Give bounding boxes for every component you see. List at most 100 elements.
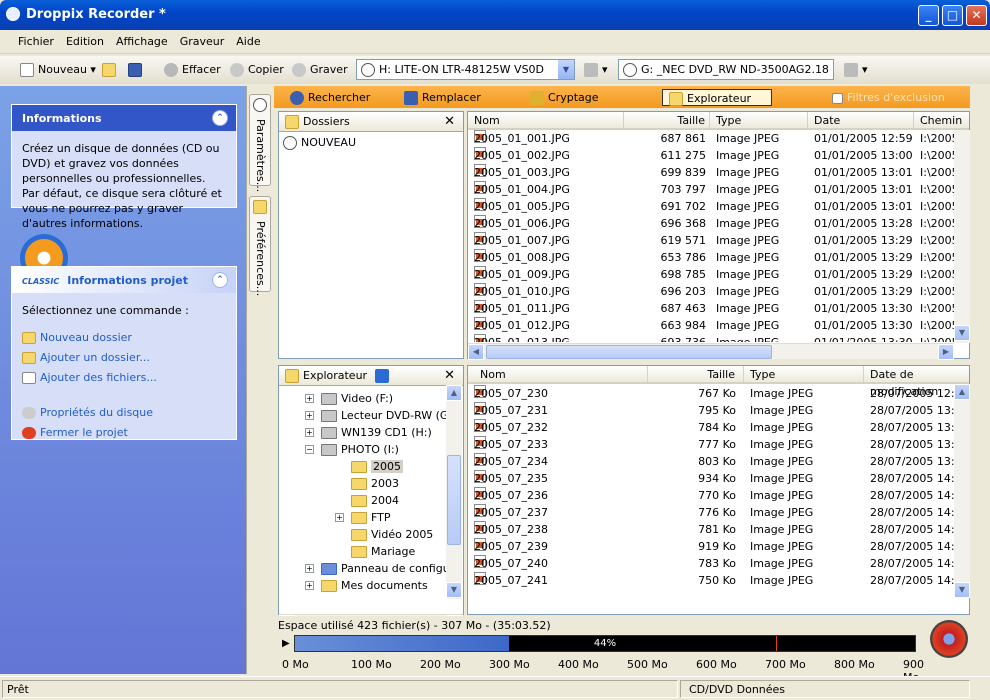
maximize-button[interactable]: □	[942, 5, 963, 26]
encryption-button[interactable]: Cryptage	[530, 89, 599, 106]
menu-fichier[interactable]: Fichier	[0, 30, 60, 48]
col-name[interactable]: Nom	[468, 112, 624, 128]
navigate-icon[interactable]	[375, 369, 389, 383]
open-button[interactable]	[102, 60, 120, 80]
table-row[interactable]: 2005_07_236 770 Ko Image JPEG 28/07/2005 14…	[468, 487, 969, 504]
tree-node[interactable]: Mes documents	[321, 577, 428, 594]
scroll-left-icon[interactable]: ◀	[468, 344, 484, 360]
drive2-options-button[interactable]: ▾	[844, 60, 868, 80]
close-icon[interactable]: ✕	[444, 112, 455, 131]
table-row[interactable]: 2005_07_232 784 Ko Image JPEG 28/07/2005 13…	[468, 419, 969, 436]
expand-icon[interactable]: +	[305, 564, 314, 573]
tree-node[interactable]: Panneau de configura	[321, 560, 461, 577]
add-files-link[interactable]: Ajouter des fichiers...	[22, 370, 226, 385]
col-path[interactable]: Chemin	[914, 112, 969, 128]
tree-node[interactable]: 2004	[351, 492, 399, 509]
menu-graveur[interactable]: Graveur	[174, 30, 231, 48]
col-type[interactable]: Type	[744, 366, 864, 382]
col-size[interactable]: Taille	[624, 112, 710, 128]
table-row[interactable]: 2005_07_238 781 Ko Image JPEG 28/07/2005 14…	[468, 521, 969, 538]
info-box-header[interactable]: Informations ⌃	[12, 105, 236, 131]
table-row[interactable]: 2005_01_009.JPG 698 785 Image JPEG 01/01/20…	[468, 266, 969, 283]
scroll-down-icon[interactable]: ▼	[954, 325, 970, 341]
close-button[interactable]: ✕	[966, 5, 987, 26]
expand-icon[interactable]: +	[335, 513, 344, 522]
tab-parametres[interactable]: Paramètres...	[249, 94, 271, 192]
copy-button[interactable]: Copier	[230, 60, 284, 80]
table-row[interactable]: 2005_01_002.JPG 611 275 Image JPEG 01/01/20…	[468, 147, 969, 164]
table-row[interactable]: 2005_01_012.JPG 663 984 Image JPEG 01/01/20…	[468, 317, 969, 334]
scroll-right-icon[interactable]: ▶	[938, 344, 954, 360]
source-drive-select[interactable]: H: LITE-ON LTR-48125W VS0D ▼	[356, 59, 575, 80]
scroll-down-icon[interactable]: ▼	[954, 582, 970, 598]
table-row[interactable]: 2005_07_231 795 Ko Image JPEG 28/07/2005 13…	[468, 402, 969, 419]
table-row[interactable]: 2005_01_010.JPG 696 203 Image JPEG 01/01/20…	[468, 283, 969, 300]
tree-node[interactable]: Vidéo 2005	[351, 526, 433, 543]
tree-node[interactable]: WN139 CD1 (H:)	[321, 424, 432, 441]
col-date[interactable]: Date	[808, 112, 914, 128]
tree-node[interactable]: FTP	[351, 509, 391, 526]
save-button[interactable]	[128, 60, 146, 80]
replace-button[interactable]: Remplacer	[404, 89, 481, 106]
expand-icon[interactable]: +	[305, 394, 314, 403]
tree-node[interactable]: Video (F:)	[321, 390, 393, 407]
col-type[interactable]: Type	[710, 112, 808, 128]
table-row[interactable]: 2005_07_235 934 Ko Image JPEG 28/07/2005 14…	[468, 470, 969, 487]
close-icon[interactable]: ✕	[444, 366, 455, 385]
search-button[interactable]: Rechercher	[290, 89, 370, 106]
disc-properties-link[interactable]: Propriétés du disque	[22, 405, 226, 420]
collapse-icon[interactable]: ⌃	[212, 110, 228, 126]
table-row[interactable]: 2005_07_241 750 Ko Image JPEG 28/07/2005 14…	[468, 572, 969, 589]
drive1-options-button[interactable]: ▾	[584, 60, 608, 80]
table-row[interactable]: 2005_01_001.JPG 687 861 Image JPEG 01/01/20…	[468, 130, 969, 147]
close-project-link[interactable]: Fermer le projet	[22, 425, 226, 440]
source-list-vscroll[interactable]: ▲ ▼	[954, 384, 970, 598]
table-row[interactable]: 2005_01_007.JPG 619 571 Image JPEG 01/01/20…	[468, 232, 969, 249]
collapse-icon[interactable]: −	[305, 445, 314, 454]
burn-button[interactable]: Graver	[292, 60, 348, 80]
scroll-down-icon[interactable]: ▼	[446, 582, 462, 598]
table-row[interactable]: 2005_07_230 767 Ko Image JPEG 28/07/2005 12…	[468, 385, 969, 402]
table-row[interactable]: 2005_07_234 803 Ko Image JPEG 28/07/2005 13…	[468, 453, 969, 470]
tree-node[interactable]: Lecteur DVD-RW (G:)	[321, 407, 456, 424]
new-button[interactable]: Nouveau ▾	[20, 60, 96, 80]
expand-icon[interactable]: +	[305, 581, 314, 590]
table-row[interactable]: 2005_01_004.JPG 703 797 Image JPEG 01/01/20…	[468, 181, 969, 198]
table-row[interactable]: 2005_01_008.JPG 653 786 Image JPEG 01/01/20…	[468, 249, 969, 266]
collapse-icon[interactable]: ⌃	[212, 272, 228, 288]
erase-button[interactable]: Effacer	[164, 60, 221, 80]
tree-node[interactable]: Mariage	[351, 543, 415, 560]
scroll-up-icon[interactable]: ▲	[954, 384, 970, 400]
folder-root[interactable]: NOUVEAU	[279, 132, 463, 154]
table-row[interactable]: 2005_07_239 919 Ko Image JPEG 28/07/2005 14…	[468, 538, 969, 555]
scroll-thumb[interactable]	[447, 455, 461, 545]
table-row[interactable]: 2005_01_006.JPG 696 368 Image JPEG 01/01/20…	[468, 215, 969, 232]
table-row[interactable]: 2005_01_011.JPG 687 463 Image JPEG 01/01/20…	[468, 300, 969, 317]
table-row[interactable]: 2005_07_240 783 Ko Image JPEG 28/07/2005 14…	[468, 555, 969, 572]
tree-node[interactable]: 2003	[351, 475, 399, 492]
add-folder-link[interactable]: Ajouter un dossier...	[22, 350, 226, 365]
disc-list-hscroll[interactable]: ◀ ▶	[468, 343, 954, 360]
expand-icon[interactable]: +	[305, 428, 314, 437]
expand-icon[interactable]: +	[305, 411, 314, 420]
menu-aide[interactable]: Aide	[230, 30, 266, 48]
table-row[interactable]: 2005_01_013.JPG 693 736 Image JPEG 01/01/20…	[468, 334, 969, 342]
exclusion-filters-checkbox[interactable]: Filtres d'exclusion	[832, 89, 945, 106]
col-date[interactable]: Date de modification	[864, 366, 969, 398]
table-row[interactable]: 2005_01_005.JPG 691 702 Image JPEG 01/01/20…	[468, 198, 969, 215]
scroll-up-icon[interactable]: ▲	[446, 385, 462, 401]
tree-node[interactable]: PHOTO (I:)	[321, 441, 399, 458]
table-row[interactable]: 2005_07_237 776 Ko Image JPEG 28/07/2005 14…	[468, 504, 969, 521]
table-row[interactable]: 2005_01_003.JPG 699 839 Image JPEG 01/01/20…	[468, 164, 969, 181]
project-box-header[interactable]: CLASSIC Informations projet ⌃	[12, 267, 236, 293]
menu-edition[interactable]: Edition	[60, 30, 110, 48]
minimize-button[interactable]: _	[918, 5, 939, 26]
explorer-toggle[interactable]: Explorateur	[662, 89, 772, 106]
col-name[interactable]: Nom	[468, 366, 648, 382]
new-folder-link[interactable]: Nouveau dossier	[22, 330, 226, 345]
col-size[interactable]: Taille	[648, 366, 744, 382]
explorer-vscroll[interactable]: ▲ ▼	[446, 385, 462, 599]
target-drive-select[interactable]: G: _NEC DVD_RW ND-3500AG2.18	[618, 59, 834, 80]
disc-list-vscroll[interactable]: ▼	[954, 130, 970, 343]
scroll-thumb[interactable]	[486, 345, 772, 359]
